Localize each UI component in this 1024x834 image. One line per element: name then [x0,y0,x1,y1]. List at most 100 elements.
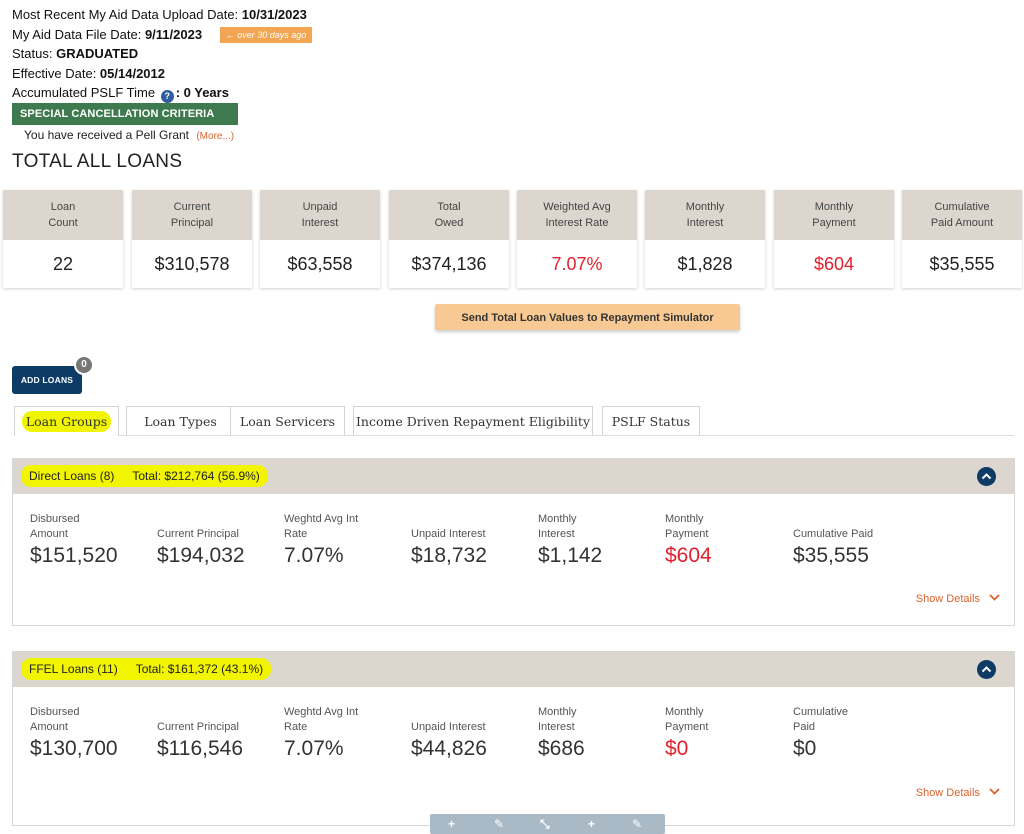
effective-date-label: Effective Date: [12,65,100,81]
card-cumulative-paid: Cumulative Paid Amount $35,555 [902,190,1022,288]
pell-grant-notice: You have received a Pell Grant (More...) [24,128,234,142]
card-total-owed: Total Owed $374,136 [389,190,509,288]
card-header: Total Owed [389,190,509,240]
effective-date-value: 05/14/2012 [99,65,165,81]
card-header: Cumulative Paid Amount [902,190,1022,240]
card-monthly-interest: Monthly Interest $1,828 [645,190,765,288]
pslf-time-row: Accumulated PSLF Time ?: 0 Years [12,83,312,103]
tab-pslf-status[interactable]: PSLF Status [602,406,700,436]
card-loan-count: Loan Count 22 [3,190,123,288]
card-header: Weighted Avg Interest Rate [517,190,637,240]
collapse-chevron-up-icon[interactable] [977,467,996,486]
group-total: Total: $161,372 (43.1%) [135,662,264,676]
metric-value: $686 [538,737,585,760]
metric-value: $1,142 [538,544,603,567]
card-value: 7.07% [551,254,603,274]
chevron-down-icon [989,592,1000,604]
card-value: 22 [52,254,74,274]
pencil-icon[interactable]: ✎ [632,817,642,831]
add-icon[interactable]: + [448,817,455,831]
group-name: FFEL Loans (11) [29,662,118,676]
aid-data-info: Most Recent My Aid Data Upload Date: 10/… [12,5,313,103]
file-date-value: 9/11/2023 [144,26,203,42]
help-icon[interactable]: ? [160,90,174,103]
show-details-link[interactable]: Show Details [916,592,1000,605]
metric-cumulative-paid: Cumulative Paid $35,555 [793,512,920,568]
metric-value: 7.07% [284,737,344,760]
panel-header[interactable]: FFEL Loans (11) Total: $161,372 (43.1%) [13,652,1014,687]
add-loans-button[interactable]: ADD LOANS [12,366,82,394]
metric-monthly-payment: Monthly Payment $604 [665,512,792,568]
floating-edit-toolbar: + ✎ ⤡ + ✎ [430,814,665,834]
tab-loan-groups[interactable]: Loan Groups [14,406,119,436]
metric-value: $151,520 [30,544,118,567]
card-value: $604 [813,254,855,274]
direct-loans-panel: Direct Loans (8) Total: $212,764 (56.9%) … [12,458,1015,626]
pell-grant-text: You have received a Pell Grant [24,128,189,142]
metric-value: $18,732 [411,544,487,567]
card-weighted-avg-rate: Weighted Avg Interest Rate 7.07% [517,190,637,288]
resize-icon[interactable]: ⤡ [540,817,550,832]
card-value: $63,558 [287,254,353,274]
tab-loan-servicers[interactable]: Loan Servicers [230,406,345,436]
add-icon[interactable]: + [588,817,595,831]
metric-value: $194,032 [157,544,245,567]
card-value: $374,136 [411,254,487,274]
upload-date-value: 10/31/2023 [241,7,307,22]
pslf-time-value: : 0 Years [175,85,229,100]
card-current-principal: Current Principal $310,578 [132,190,252,288]
add-loans-count-badge: 0 [74,355,94,375]
upload-date-row: Most Recent My Aid Data Upload Date: 10/… [12,5,312,25]
group-total: Total: $212,764 (56.9%) [132,469,260,483]
ffel-loans-panel: FFEL Loans (11) Total: $161,372 (43.1%) D… [12,651,1015,826]
metric-cumulative-paid: Cumulative Paid $0 [793,705,920,761]
metric-value: $44,826 [411,737,487,760]
pslf-time-label: Accumulated PSLF Time [12,85,156,100]
metric-value: $0 [793,737,817,760]
send-to-simulator-button[interactable]: Send Total Loan Values to Repayment Simu… [435,304,740,330]
file-date-label: My Aid Data File Date: [12,26,145,42]
card-value: $35,555 [929,254,995,274]
chevron-down-icon [989,786,1000,798]
metric-weighted-avg-rate: Weghtd Avg Int Rate 7.07% [284,512,411,568]
metric-unpaid-interest: Unpaid Interest $44,826 [411,705,538,761]
file-date-row: My Aid Data File Date: 9/11/2023 ← over … [12,25,313,45]
status-label: Status: [12,46,57,61]
summary-cards: Loan Count 22 Current Principal $310,578 U… [3,190,1022,288]
metric-value: $35,555 [793,544,869,567]
card-header: Monthly Payment [774,190,894,240]
panel-title: Direct Loans (8) Total: $212,764 (56.9%) [21,465,268,487]
metric-value: $130,700 [30,737,118,760]
metric-value: $604 [665,544,712,567]
tab-loan-types[interactable]: Loan Types [126,406,235,436]
panel-title: FFEL Loans (11) Total: $161,372 (43.1%) [21,658,272,680]
metric-current-principal: Current Principal $194,032 [157,512,284,568]
panel-header[interactable]: Direct Loans (8) Total: $212,764 (56.9%) [13,459,1014,494]
metric-value: 7.07% [284,544,344,567]
panel-metrics: Disbursed Amount $130,700 Current Princip… [13,687,1014,777]
metric-current-principal: Current Principal $116,546 [157,705,284,761]
metric-monthly-interest: Monthly Interest $1,142 [538,512,665,568]
collapse-chevron-up-icon[interactable] [977,660,996,679]
total-all-loans-title: TOTAL ALL LOANS [12,151,183,172]
tab-divider [119,435,1014,436]
show-details-link[interactable]: Show Details [916,786,1000,799]
card-header: Monthly Interest [645,190,765,240]
card-header: Unpaid Interest [260,190,380,240]
metric-weighted-avg-rate: Weghtd Avg Int Rate 7.07% [284,705,411,761]
status-value: GRADUATED [56,46,139,61]
card-header: Loan Count [3,190,123,240]
pell-more-link[interactable]: (More...) [196,131,234,142]
card-monthly-payment: Monthly Payment $604 [774,190,894,288]
metric-value: $0 [665,737,689,760]
pencil-icon[interactable]: ✎ [494,817,504,831]
card-value: $1,828 [677,254,733,274]
metric-disbursed-amount: Disbursed Amount $151,520 [30,512,157,568]
panel-metrics: Disbursed Amount $151,520 Current Princip… [13,494,1014,584]
special-cancellation-badge: SPECIAL CANCELLATION CRITERIA MET [12,103,238,142]
metric-monthly-payment: Monthly Payment $0 [665,705,792,761]
card-value: $310,578 [154,254,230,274]
group-name: Direct Loans (8) [29,469,115,483]
tab-idr-eligibility[interactable]: Income Driven Repayment Eligibility [353,406,593,436]
metric-value: $116,546 [157,737,244,760]
